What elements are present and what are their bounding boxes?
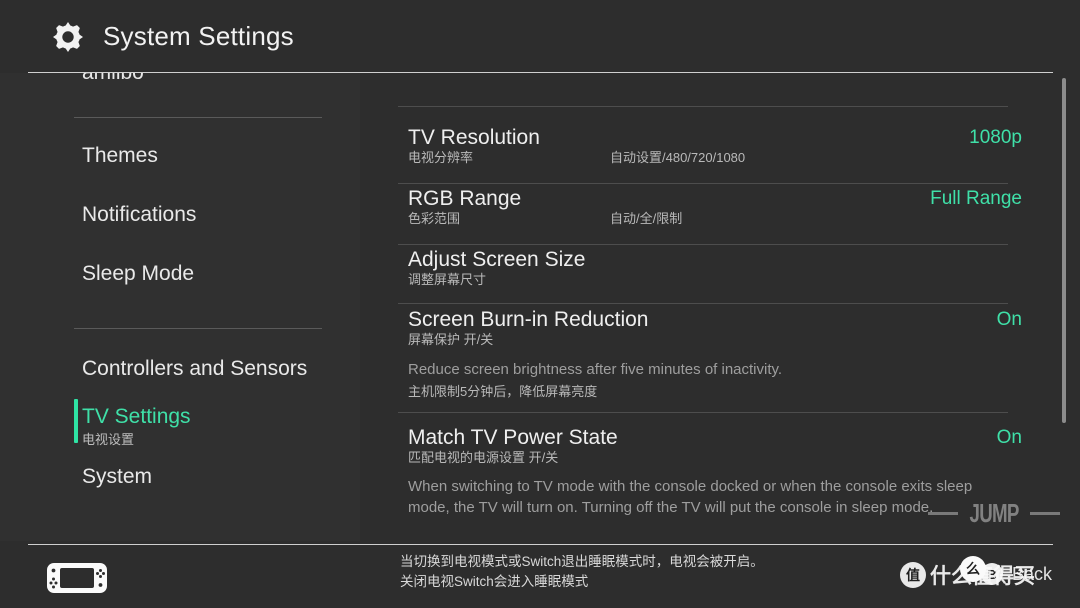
setting-row-screen-burn-in-reduction[interactable]: Screen Burn-in Reduction 屏幕保护 开/关 On bbox=[360, 307, 1080, 353]
sidebar-item-system[interactable]: System bbox=[0, 464, 360, 490]
header-divider bbox=[28, 72, 1053, 73]
setting-value: 1080p bbox=[969, 127, 1022, 148]
setting-row-tv-resolution[interactable]: TV Resolution 电视分辨率 自动设置/480/720/1080 10… bbox=[360, 125, 1080, 171]
row-divider-2 bbox=[398, 244, 1008, 245]
sidebar-item-amiibo[interactable]: amiibo bbox=[82, 73, 144, 85]
setting-title: RGB Range bbox=[408, 187, 522, 210]
setting-options: 自动/全/限制 bbox=[610, 211, 683, 226]
row-divider-4 bbox=[398, 412, 1008, 413]
jump-rule-right bbox=[1030, 512, 1061, 515]
sidebar-item-label: System bbox=[82, 465, 153, 488]
setting-value: Full Range bbox=[930, 188, 1022, 209]
row-divider-1 bbox=[398, 183, 1008, 184]
setting-title: Match TV Power State bbox=[408, 426, 618, 449]
system-settings-screen: System Settings amiibo Themes Notificati… bbox=[0, 0, 1080, 608]
setting-sublabel: 电视分辨率 bbox=[408, 150, 474, 165]
jump-watermark: JUMP bbox=[928, 498, 1061, 529]
sidebar-divider-1 bbox=[74, 117, 322, 118]
row-divider-top bbox=[398, 106, 1008, 107]
scrollbar-thumb[interactable] bbox=[1062, 78, 1066, 423]
setting-options: 自动设置/480/720/1080 bbox=[610, 150, 746, 165]
page-title: System Settings bbox=[103, 21, 294, 51]
sidebar-item-themes[interactable]: Themes bbox=[0, 143, 360, 169]
setting-value: On bbox=[996, 309, 1022, 330]
smzdm-badge-glyph: 么 bbox=[960, 556, 986, 582]
setting-row-rgb-range[interactable]: RGB Range 色彩范围 自动/全/限制 Full Range bbox=[360, 186, 1080, 232]
setting-row-match-tv-power-state[interactable]: Match TV Power State 匹配电视的电源设置 开/关 On bbox=[360, 425, 1080, 471]
setting-sublabel: 匹配电视的电源设置 开/关 bbox=[408, 450, 559, 465]
setting-description: When switching to TV mode with the conso… bbox=[408, 478, 973, 516]
sidebar: amiibo Themes Notifications Sleep Mode C… bbox=[0, 73, 360, 541]
setting-row-adjust-screen-size[interactable]: Adjust Screen Size 调整屏幕尺寸 bbox=[360, 247, 1080, 293]
setting-title: TV Resolution bbox=[408, 126, 540, 149]
body-area: amiibo Themes Notifications Sleep Mode C… bbox=[0, 73, 1080, 541]
app-header: System Settings bbox=[0, 0, 1080, 73]
sidebar-item-tv-settings[interactable]: TV Settings 电视设置 bbox=[0, 404, 360, 449]
sidebar-item-label: Notifications bbox=[82, 203, 197, 226]
setting-sublabel: 屏幕保护 开/关 bbox=[408, 332, 494, 347]
setting-description-cn: 主机限制5分钟后，降低屏幕亮度 bbox=[408, 384, 598, 399]
jump-rule-left bbox=[928, 512, 958, 515]
jump-watermark-text: JUMP bbox=[969, 498, 1020, 528]
sidebar-item-label: Controllers and Sensors bbox=[82, 357, 308, 380]
switch-console-icon bbox=[47, 563, 107, 593]
setting-description: Reduce screen brightness after five minu… bbox=[408, 361, 783, 378]
sidebar-divider-2 bbox=[74, 328, 322, 329]
footer-note-line1: 当切换到电视模式或Switch退出睡眠模式时，电视会被开启。 bbox=[400, 554, 764, 569]
setting-value: On bbox=[996, 427, 1022, 448]
setting-title: Screen Burn-in Reduction bbox=[408, 308, 649, 331]
sidebar-item-sublabel: 电视设置 bbox=[82, 432, 135, 447]
sidebar-item-label: Themes bbox=[82, 144, 158, 167]
footer-note-line2: 关闭电视Switch会进入睡眠模式 bbox=[400, 574, 589, 589]
sidebar-item-sleep-mode[interactable]: Sleep Mode bbox=[0, 261, 360, 287]
settings-list: TV Resolution 电视分辨率 自动设置/480/720/1080 10… bbox=[360, 73, 1080, 541]
smzdm-mark-glyph: 值 bbox=[900, 562, 926, 588]
sidebar-item-label: Sleep Mode bbox=[82, 262, 195, 285]
sidebar-item-notifications[interactable]: Notifications bbox=[0, 202, 360, 228]
sidebar-item-controllers-and-sensors[interactable]: Controllers and Sensors bbox=[0, 356, 360, 382]
footer-note: 当切换到电视模式或Switch退出睡眠模式时，电视会被开启。 关闭电视Switc… bbox=[400, 552, 850, 592]
gear-icon bbox=[53, 21, 83, 52]
row-divider-3 bbox=[398, 303, 1008, 304]
setting-sublabel: 调整屏幕尺寸 bbox=[408, 272, 487, 287]
sidebar-item-label: TV Settings bbox=[82, 405, 191, 428]
setting-title: Adjust Screen Size bbox=[408, 248, 586, 271]
setting-sublabel: 色彩范围 bbox=[408, 211, 461, 226]
